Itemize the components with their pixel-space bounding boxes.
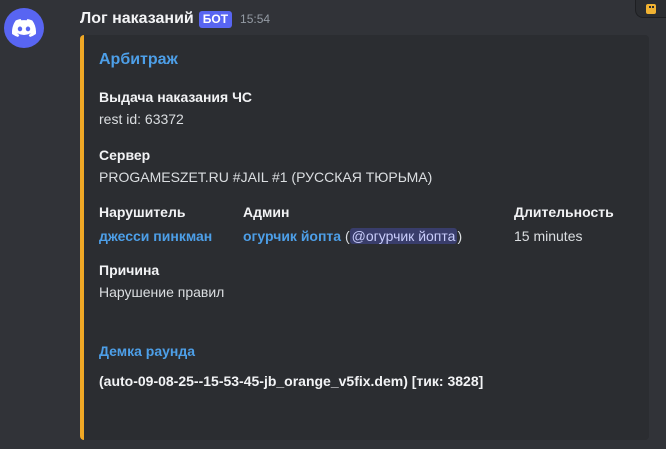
field-server-name: Сервер [99,147,151,163]
field-reason-name: Причина [99,262,160,278]
add-reaction-button[interactable] [635,0,666,18]
message-header: Лог наказаний БОТ 15:54 [80,8,270,30]
field-punishment-name: Выдача наказания ЧС [99,89,253,105]
username[interactable]: Лог наказаний [80,10,194,28]
message: Лог наказаний БОТ 15:54 Арбитраж Выдача … [0,0,666,449]
field-server: Сервер PROGAMESZET.RU #JAIL #1 (РУССКАЯ … [99,146,432,187]
field-admin: Админ огурчик йопта (@огурчик йопта) [243,203,462,246]
field-offender: Нарушитель джесси пинкман [99,203,212,246]
emoji-icon [646,3,656,14]
demo-title[interactable]: Демка раунда [99,343,195,359]
discord-logo-icon [12,19,36,37]
field-duration-value: 15 minutes [514,228,583,244]
admin-paren-open: ( [344,228,350,244]
admin-mention[interactable]: @огурчик йопта [349,228,458,244]
bot-tag: БОТ [198,10,233,28]
demo-value: (auto-09-08-25--15-53-45-jb_orange_v5fix… [99,373,484,389]
field-offender-value[interactable]: джесси пинкман [99,226,212,246]
field-punishment-value: rest id: 63372 [99,111,184,127]
field-admin-name: Админ [243,204,290,220]
admin-link[interactable]: огурчик йопта [243,228,341,244]
field-admin-value: огурчик йопта (@огурчик йопта) [243,226,462,246]
field-offender-name: Нарушитель [99,204,186,220]
field-punishment: Выдача наказания ЧС rest id: 63372 [99,88,252,129]
field-reason: Причина Нарушение правил [99,261,224,302]
field-duration: Длительность 15 minutes [514,203,614,246]
admin-paren-close: ) [457,228,463,244]
bot-tag-label: БОТ [202,11,229,26]
embed: Арбитраж Выдача наказания ЧС rest id: 63… [80,35,649,440]
field-reason-value: Нарушение правил [99,284,225,300]
field-duration-name: Длительность [514,204,614,220]
bot-avatar[interactable] [4,8,44,48]
embed-title[interactable]: Арбитраж [99,51,178,69]
field-server-value: PROGAMESZET.RU #JAIL #1 (РУССКАЯ ТЮРЬМА) [99,169,433,185]
timestamp[interactable]: 15:54 [240,12,270,26]
